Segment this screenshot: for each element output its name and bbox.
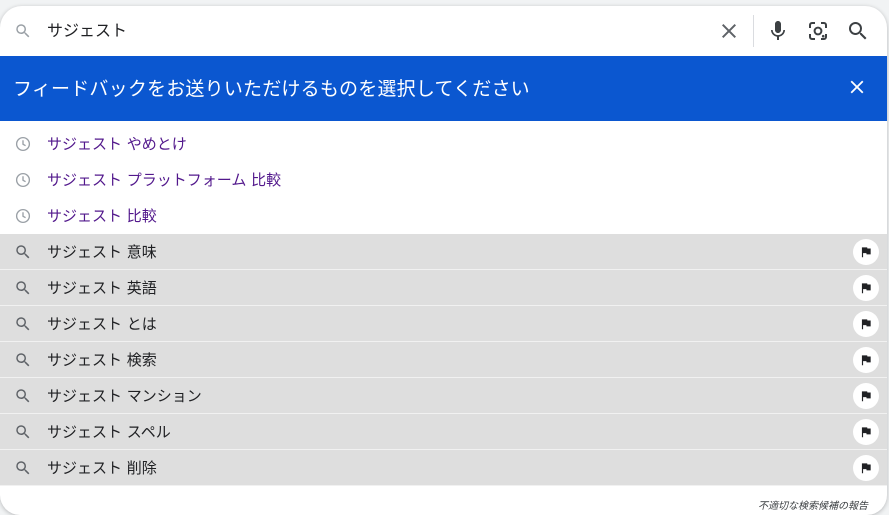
search-icon: [16, 389, 30, 403]
suggestion-label: サジェスト スペル: [47, 423, 171, 441]
suggestion-label: サジェスト 英語: [47, 279, 157, 297]
suggestion-item[interactable]: サジェスト マンション: [0, 378, 887, 414]
flag-icon: [861, 247, 871, 258]
search-icon: [16, 24, 30, 38]
suggestion-item[interactable]: サジェスト 英語: [0, 270, 887, 306]
suggestion-item[interactable]: サジェスト とは: [0, 306, 887, 342]
search-icon: [16, 281, 30, 295]
search-icon: [16, 245, 30, 259]
flag-icon: [861, 427, 871, 438]
divider: [753, 15, 754, 47]
flag-icon: [861, 355, 871, 366]
suggestion-item[interactable]: サジェスト 比較: [0, 198, 887, 234]
suggestion-list: サジェスト やめとけ サジェスト プラットフォーム 比較 サジェスト 比較 サジ…: [0, 126, 887, 486]
flag-icon: [861, 283, 871, 294]
clock-icon: [15, 208, 31, 224]
feedback-banner: フィードバックをお送りいただけるものを選択してください: [0, 56, 887, 121]
report-flag-button[interactable]: [853, 239, 879, 265]
suggestion-label: サジェスト 削除: [47, 459, 157, 477]
report-flag-button[interactable]: [853, 383, 879, 409]
report-flag-button[interactable]: [853, 347, 879, 373]
search-icon: [16, 317, 30, 331]
camera-lens-icon[interactable]: [806, 19, 830, 43]
suggestion-label: サジェスト とは: [47, 315, 157, 333]
suggestion-label: サジェスト 比較: [47, 207, 157, 225]
suggestion-label: サジェスト マンション: [47, 387, 202, 405]
report-flag-button[interactable]: [853, 311, 879, 337]
suggestion-label: サジェスト 検索: [47, 351, 157, 369]
mic-icon[interactable]: [766, 19, 790, 43]
search-input[interactable]: [47, 19, 647, 43]
suggestion-item[interactable]: サジェスト スペル: [0, 414, 887, 450]
flag-icon: [861, 319, 871, 330]
suggestion-item[interactable]: サジェスト 削除: [0, 450, 887, 486]
report-flag-button[interactable]: [853, 419, 879, 445]
search-bar: [0, 6, 887, 56]
search-icon: [16, 425, 30, 439]
clock-icon: [15, 172, 31, 188]
search-icon: [16, 353, 30, 367]
suggestion-item[interactable]: サジェスト 意味: [0, 234, 887, 270]
report-flag-button[interactable]: [853, 275, 879, 301]
feedback-banner-text: フィードバックをお送りいただけるものを選択してください: [13, 78, 530, 100]
suggestion-label: サジェスト 意味: [47, 243, 157, 261]
report-flag-button[interactable]: [853, 455, 879, 481]
search-suggestions-panel: フィードバックをお送りいただけるものを選択してください サジェスト やめとけ サ…: [0, 6, 887, 515]
suggestion-item[interactable]: サジェスト 検索: [0, 342, 887, 378]
suggestion-item[interactable]: サジェスト プラットフォーム 比較: [0, 162, 887, 198]
search-submit-icon[interactable]: [846, 19, 870, 43]
search-icon: [16, 461, 30, 475]
suggestion-label: サジェスト やめとけ: [47, 135, 187, 153]
flag-icon: [861, 391, 871, 402]
suggestion-label: サジェスト プラットフォーム 比較: [47, 171, 282, 189]
report-inappropriate-link[interactable]: 不適切な検索候補の報告: [758, 500, 868, 514]
close-icon[interactable]: [846, 76, 868, 98]
clock-icon: [15, 136, 31, 152]
close-icon[interactable]: [717, 19, 741, 43]
suggestion-item[interactable]: サジェスト やめとけ: [0, 126, 887, 162]
flag-icon: [861, 463, 871, 474]
